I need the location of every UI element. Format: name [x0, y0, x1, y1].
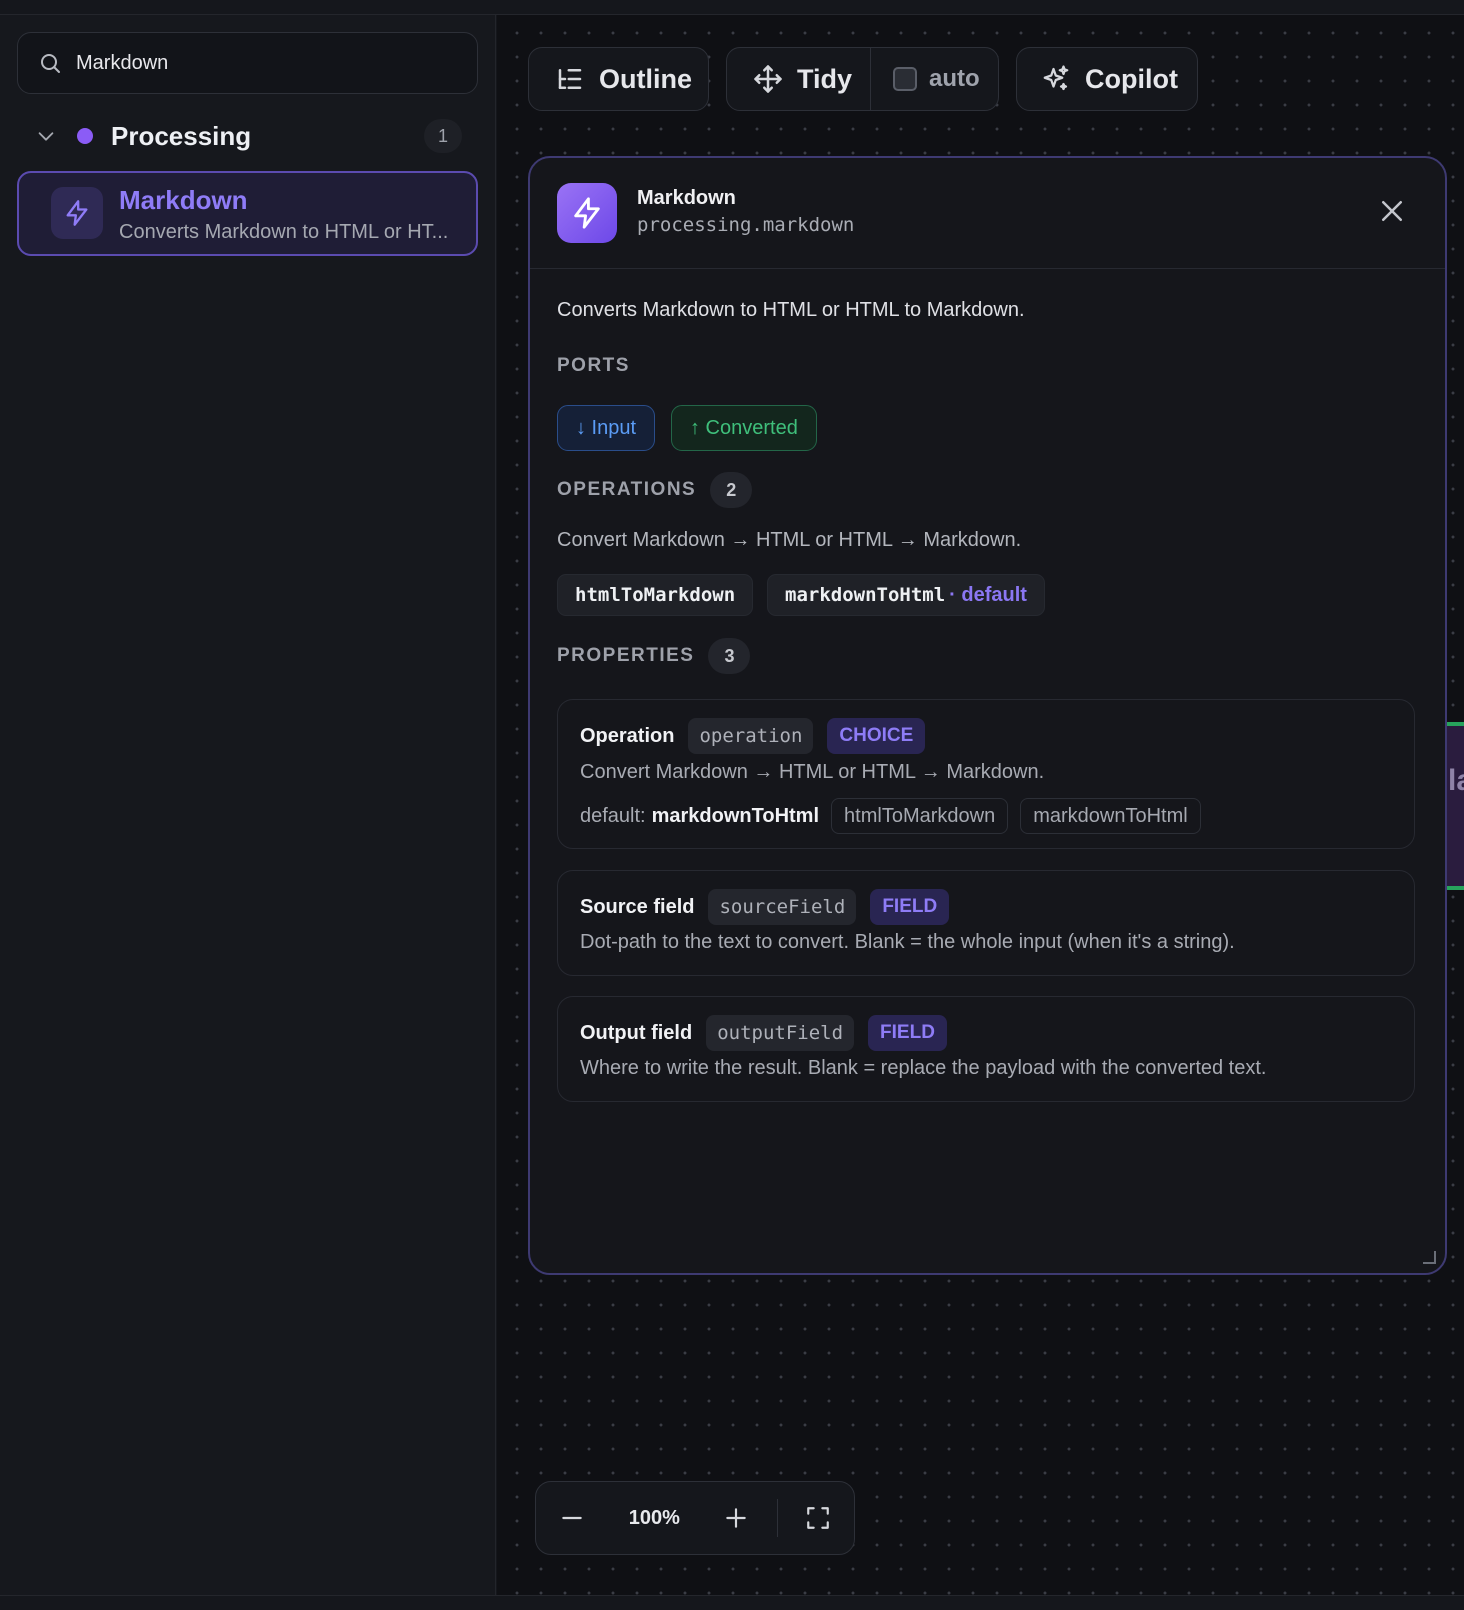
properties-heading: PROPERTIES 3 [557, 638, 751, 674]
operation-chip-markdowntohtml[interactable]: markdownToHtml · default [767, 574, 1045, 616]
choice-option: markdownToHtml [1020, 798, 1201, 834]
auto-label: auto [929, 65, 980, 92]
properties-heading-text: PROPERTIES [557, 645, 695, 666]
port-input[interactable]: ↓ Input [557, 405, 656, 451]
node-item-name: Markdown [119, 185, 248, 215]
port-converted[interactable]: ↑ Converted [671, 405, 817, 451]
zoom-out-button[interactable] [536, 1481, 608, 1555]
copilot-button[interactable]: Copilot [1016, 47, 1198, 111]
panel-description: Converts Markdown to HTML or HTML to Mar… [557, 299, 1025, 321]
top-border [0, 0, 1464, 15]
zoom-level: 100% [628, 1506, 680, 1529]
choice-option: htmlToMarkdown [831, 798, 1009, 834]
panel-title: Markdown [637, 187, 736, 209]
minus-icon [562, 1516, 582, 1520]
search-icon [41, 54, 60, 73]
operations-heading: OPERATIONS 2 [557, 472, 753, 508]
operation-chip-name: htmlToMarkdown [575, 584, 736, 606]
operation-chip-name: markdownToHtml [785, 584, 946, 606]
property-card-source-field: Source field sourceField FIELD Dot-path … [557, 870, 1415, 976]
canvas-node-edge-text: la [1448, 764, 1464, 797]
operations-description: Convert Markdown → HTML or HTML → Markdo… [557, 529, 1022, 551]
sparkles-icon [1043, 65, 1069, 91]
bottom-border [0, 1595, 1464, 1610]
resize-handle-icon[interactable] [1421, 1249, 1437, 1265]
property-name: Operation [580, 724, 675, 747]
ports-heading: PORTS [557, 355, 630, 377]
property-card-operation: Operation operation CHOICE Convert Markd… [557, 699, 1415, 849]
default-marker: · default [949, 583, 1027, 606]
lightning-icon [574, 197, 600, 229]
category-color-dot [77, 128, 93, 144]
auto-tidy-toggle[interactable]: auto [871, 48, 980, 110]
property-description: Dot-path to the text to convert. Blank =… [580, 931, 1235, 953]
property-card-output-field: Output field outputField FIELD Where to … [557, 996, 1415, 1102]
zoom-in-button[interactable] [700, 1481, 772, 1555]
properties-count-badge: 3 [708, 638, 751, 674]
outline-button[interactable]: Outline [528, 47, 709, 111]
panel-header: Markdown processing.markdown [530, 158, 1445, 269]
default-value: markdownToHtml [651, 804, 820, 827]
copilot-label: Copilot [1085, 63, 1178, 94]
node-item-icon [51, 187, 103, 239]
outline-icon [558, 69, 582, 89]
property-type-badge: CHOICE [827, 718, 926, 754]
operation-chip-htmltomarkdown[interactable]: htmlToMarkdown [557, 574, 754, 616]
fullscreen-icon [806, 1507, 829, 1529]
operations-count-badge: 2 [710, 472, 753, 508]
panel-node-icon [557, 183, 617, 243]
outline-label: Outline [599, 63, 692, 94]
property-description: Where to write the result. Blank = repla… [580, 1057, 1267, 1079]
category-title: Processing [111, 120, 252, 151]
plus-icon [726, 1508, 747, 1528]
tidy-label: Tidy [797, 63, 853, 94]
category-count-badge: 1 [424, 119, 462, 153]
search-value: Markdown [76, 51, 169, 74]
close-icon[interactable] [1377, 196, 1407, 226]
property-key: sourceField [708, 889, 857, 925]
tidy-group: Tidy auto [726, 47, 999, 111]
property-type-badge: FIELD [868, 1015, 947, 1051]
property-name: Output field [580, 1021, 693, 1044]
tidy-button[interactable]: Tidy [727, 48, 871, 110]
move-icon [754, 65, 782, 93]
property-key: outputField [706, 1015, 855, 1051]
category-processing[interactable]: Processing 1 [17, 113, 478, 159]
property-key: operation [688, 718, 814, 754]
node-library-sidebar: Markdown Processing 1 Markdown Converts … [0, 15, 496, 1595]
node-detail-panel: Markdown processing.markdown Converts Ma… [528, 156, 1447, 1275]
panel-node-id: processing.markdown [637, 214, 855, 236]
zoom-divider [776, 1499, 778, 1537]
operations-heading-text: OPERATIONS [557, 479, 697, 500]
zoom-controls: 100% [535, 1481, 855, 1555]
default-label: default: [580, 804, 646, 827]
auto-checkbox[interactable] [893, 67, 917, 91]
search-input[interactable]: Markdown [17, 32, 478, 94]
chevron-down-icon[interactable] [35, 125, 57, 147]
canvas-node-edge[interactable] [1446, 722, 1464, 890]
ports-heading-text: PORTS [557, 355, 630, 376]
lightning-icon [66, 200, 88, 226]
node-item-markdown[interactable]: Markdown Converts Markdown to HTML or HT… [17, 171, 478, 256]
property-description: Convert Markdown → HTML or HTML → Markdo… [580, 761, 1045, 783]
property-name: Source field [580, 895, 695, 918]
property-type-badge: FIELD [870, 889, 950, 925]
node-item-description: Converts Markdown to HTML or HT... [119, 221, 449, 243]
fit-view-button[interactable] [782, 1481, 854, 1555]
